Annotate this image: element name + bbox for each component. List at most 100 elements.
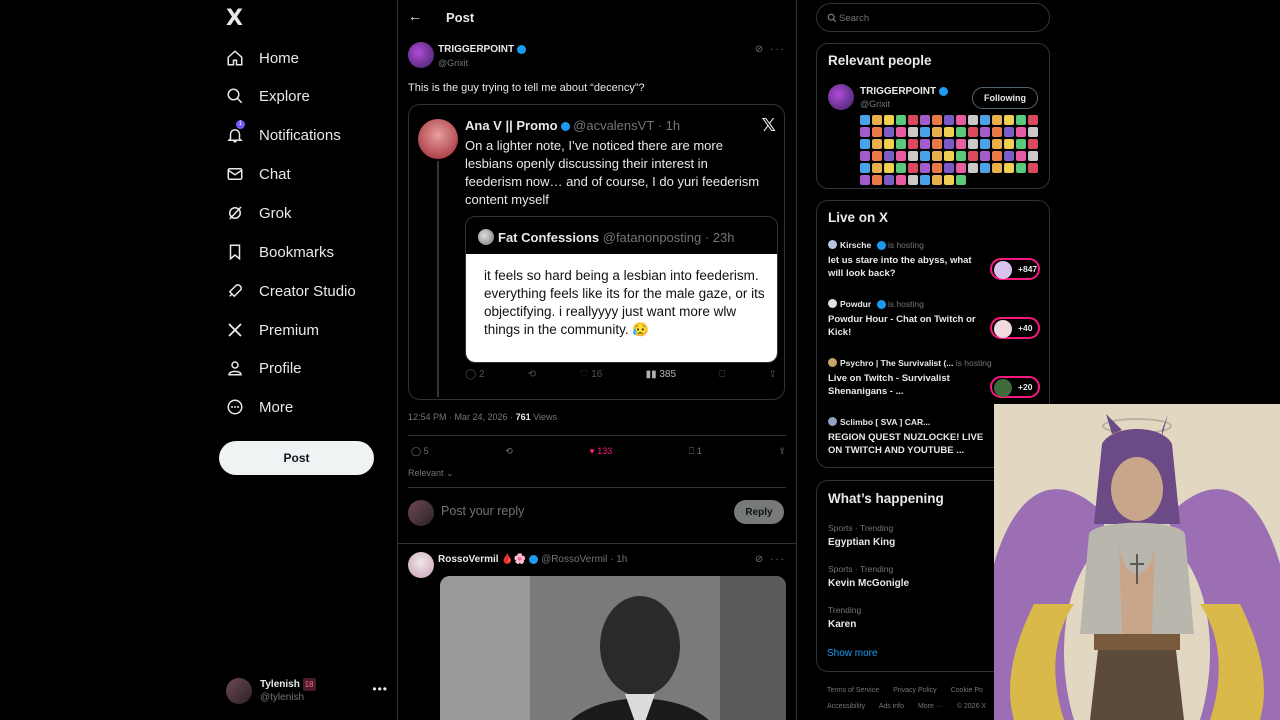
grok-icon [229,206,242,220]
emoji-icon [992,151,1002,161]
sort-replies[interactable]: Relevant ⌄ [408,468,454,479]
avatar[interactable] [418,119,458,159]
emoji-icon [884,139,894,149]
trend-item[interactable]: Sports · Trending Egyptian King [828,523,895,548]
listeners-pill[interactable]: +20 [990,376,1040,398]
author-name-text: TRIGGERPOINT [438,44,515,55]
live-item[interactable]: Powdur is hosting Powdur Hour - Chat on … [828,299,1040,339]
panel-title: Live on X [828,210,889,225]
reply-image[interactable] [440,576,786,720]
more-icon[interactable]: ··· [770,44,786,55]
repost-action[interactable]: ⟲ [505,446,513,457]
footer-link[interactable]: Terms of Service [827,687,879,694]
nav-explore[interactable]: Explore [226,77,310,115]
avatar [408,500,434,526]
nav-home[interactable]: Home [226,39,299,77]
live-host: Kirsche is hosting [828,240,1040,251]
avatar[interactable] [828,84,854,110]
emoji-icon [872,115,882,125]
views-action[interactable]: ▮▮ 385 [646,369,676,380]
nav-premium[interactable]: Premium [226,311,319,349]
nav-bookmarks[interactable]: Bookmarks [226,233,334,271]
listeners-pill[interactable]: +40 [990,317,1040,339]
emoji-icon [884,115,894,125]
reply-action[interactable]: ◯ 5 [411,446,429,457]
avatar[interactable] [408,552,434,578]
emoji-icon [908,115,918,125]
share-icon[interactable]: ⇪ [778,446,786,457]
emoji-icon [860,175,870,185]
repost-action[interactable]: ⟲ [528,369,536,380]
search-box[interactable] [816,3,1050,32]
live-item[interactable]: Kirsche is hosting let us stare into the… [828,240,1040,280]
emoji-icon [872,151,882,161]
footer-links: Accessibility Ads info More ··· © 2026 X [827,703,998,710]
emoji-icon [920,175,930,185]
host-status: is hosting [955,358,992,368]
nested-quote[interactable]: Fat Confessions @fatanonposting · 23h it… [465,216,778,363]
reply-button[interactable]: Reply [734,500,784,524]
nav-label: Notifications [259,126,341,144]
person-handle[interactable]: @Grixit [860,99,890,109]
reply-author-name[interactable]: RossoVermil [438,554,499,565]
like-action[interactable]: ♥ 133 [589,446,612,457]
verified-icon [876,300,886,310]
share-icon[interactable]: ⇪ [769,369,777,380]
emoji-icon [908,127,918,137]
nav-label: Grok [259,204,292,222]
tweet-author-name[interactable]: TRIGGERPOINT [438,44,527,55]
trend-name: Karen [828,619,857,630]
footer-link[interactable]: Privacy Policy [893,687,937,694]
nav-notifications[interactable]: 1 Notifications [226,116,341,154]
avatar[interactable] [408,42,434,68]
nav-creator-studio[interactable]: Creator Studio [226,272,356,310]
search-input[interactable] [839,10,1039,26]
reply-action[interactable]: ◯ 2 [465,369,485,380]
more-icon[interactable]: ••• [372,682,388,696]
following-button[interactable]: Following [972,87,1038,109]
app-root: X Home Explore 1 Notifications Chat Grok… [0,0,1280,720]
bookmark-icon[interactable]: ⎕ [719,369,725,380]
emoji-icon [968,139,978,149]
emoji-icon [896,175,906,185]
emoji-icon [956,175,966,185]
emoji-icons: 🩸🌸 [501,554,527,565]
like-action[interactable]: ♡ 16 [579,369,602,380]
tweet-menu-icons[interactable]: ⊘ ··· [755,554,786,565]
quote-tweet[interactable]: Ana V || Promo @acvalensVT · 1h 𝕏 On a l… [408,104,785,400]
emoji-icon [992,139,1002,149]
grok-icon[interactable]: ⊘ [755,44,765,55]
emoji-icon [896,127,906,137]
search-icon [827,13,837,23]
avatar [994,261,1012,279]
trend-item[interactable]: Trending Karen [828,605,861,630]
emoji-icon [1016,115,1026,125]
quote-author-name[interactable]: Ana V || Promo [465,118,558,133]
listeners-pill[interactable]: +847 [990,258,1040,280]
live-item[interactable]: Psychro | The Survivalist (... is hostin… [828,358,1040,398]
nav-more[interactable]: More [226,388,293,426]
show-more-link[interactable]: Show more [827,648,878,659]
nav-chat[interactable]: Chat [226,155,291,193]
tweet-author-handle[interactable]: @Grixit [438,58,468,68]
account-switcher[interactable]: Tylenish 18 @tylenish ••• [226,676,388,706]
host-name: Psychro | The Survivalist (... [840,358,954,368]
trend-item[interactable]: Sports · Trending Kevin McGonigle [828,564,909,589]
emoji-icon [872,175,882,185]
back-arrow-icon[interactable]: ← [408,8,422,24]
footer-link[interactable]: Ads info [879,703,904,710]
bookmark-action[interactable]: ⎕ 1 [689,446,702,457]
x-logo-icon[interactable]: X [226,6,252,32]
footer-link[interactable]: More ··· [918,703,943,710]
reply-count: 2 [478,369,485,380]
emoji-icon [980,115,990,125]
person-name[interactable]: TRIGGERPOINT [860,86,949,97]
post-button[interactable]: Post [219,441,374,475]
reply-author-handle[interactable]: @RossoVermil [541,554,607,565]
footer-link[interactable]: Cookie Po [951,687,983,694]
nav-grok[interactable]: Grok [226,194,292,232]
nav-profile[interactable]: Profile [226,349,302,387]
reply-input[interactable] [441,504,721,518]
footer-link[interactable]: Accessibility [827,703,865,710]
quote-author-handle[interactable]: @acvalensVT [573,118,654,133]
